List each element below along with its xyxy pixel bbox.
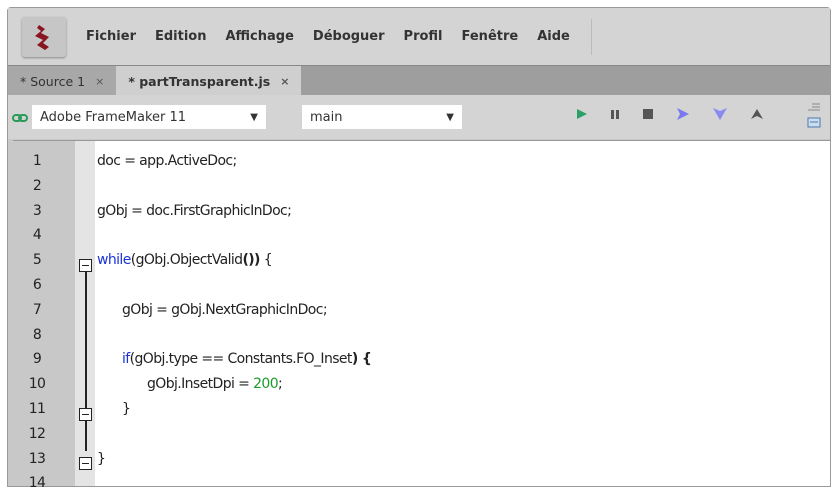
document-tabs: * Source 1 × * partTransparent.js × [8,65,830,96]
code-text: } [122,397,131,422]
code-token: gObj = doc.FirstGraphicInDoc; [97,202,292,219]
code-token: ()) [242,252,260,269]
line-number: 12 [28,425,46,442]
code-line: 3 gObj = doc.FirstGraphicInDoc; [13,199,830,224]
debug-toolbar: Adobe FrameMaker 11 ▼ main ▼ [8,95,830,139]
fold-toggle-icon[interactable] [79,259,92,272]
tab-part-transparent[interactable]: * partTransparent.js × [116,66,302,96]
code-line: 12 [13,422,830,447]
fold-toggle-icon[interactable] [79,408,92,421]
code-text: gObj = gObj.NextGraphicInDoc; [122,298,328,323]
code-token: } [122,401,131,417]
menu-items: Fichier Edition Affichage Déboguer Profil Fen… [86,29,589,44]
step-into-icon[interactable] [712,107,728,121]
code-text: gObj.InsetDpi = 200; [147,372,283,397]
line-number: 5 [32,252,42,269]
code-token: } [97,450,106,467]
menu-separator [590,18,592,55]
menu-item[interactable]: Fenêtre [462,29,519,44]
menu-bar: Fichier Edition Affichage Déboguer Profil Fen… [8,8,830,65]
stop-icon[interactable] [642,108,654,120]
code-token: (gObj.ObjectValid [130,252,243,269]
link-icon[interactable] [12,108,28,127]
line-number: 8 [32,326,42,343]
line-number: 2 [32,177,42,194]
code-line: 5 while(gObj.ObjectValid()) { [13,248,830,273]
engine-value: main [310,109,343,125]
line-number: 6 [32,277,42,293]
menu-item[interactable]: Profil [404,29,443,44]
menu-item[interactable]: Déboguer [313,29,385,44]
code-token: ; [278,376,283,393]
code-text: doc = app.ActiveDoc; [97,149,237,174]
menu-item[interactable]: Aide [537,29,570,44]
tab-source-1[interactable]: * Source 1 × [8,66,117,96]
app-logo[interactable] [22,16,66,57]
code-editor[interactable]: 1 doc = app.ActiveDoc; 2 3 gObj = doc.FirstG… [13,140,830,491]
menu-item[interactable]: Edition [155,29,207,44]
code-text: } [97,447,106,472]
engine-select[interactable]: main ▼ [302,105,462,129]
pause-icon[interactable] [610,108,620,120]
code-token: (gObj.type == Constants.FO_Inset [129,351,353,368]
chevron-down-icon: ▼ [250,111,258,123]
target-app-select[interactable]: Adobe FrameMaker 11 ▼ [32,105,266,129]
tab-label: * partTransparent.js [128,73,271,89]
code-text: if(gObj.type == Constants.FO_Inset) { [122,347,372,372]
step-over-icon[interactable] [676,107,690,121]
close-tab-icon[interactable]: × [95,75,104,88]
line-number: 3 [32,202,42,219]
chevron-down-icon: ▼ [446,111,454,123]
code-text: while(gObj.ObjectValid()) { [97,248,273,273]
code-line: 11} [13,397,830,422]
line-number: 9 [32,351,42,368]
code-line: 4 [13,223,830,248]
menu-item[interactable]: Fichier [86,29,136,44]
close-tab-icon[interactable]: × [280,75,289,88]
code-token: doc = app.ActiveDoc; [97,153,237,169]
code-token: if [122,351,130,368]
fold-toggle-icon[interactable] [79,457,92,470]
code-token: ) { [351,351,372,368]
extendscript-toolkit-window: Fichier Edition Affichage Déboguer Profil Fen… [7,7,831,491]
code-line: 9 if(gObj.type == Constants.FO_Inset) { [13,347,830,372]
line-number: 14 [28,475,46,492]
code-token: 200 [253,376,279,393]
line-number: 13 [28,450,46,467]
code-line: 6 [13,273,830,298]
code-token: { [259,252,273,269]
code-line: 14 [13,471,830,496]
code-line: 1 doc = app.ActiveDoc; [13,149,830,174]
code-line: 10 gObj.InsetDpi = 200; [13,372,830,397]
line-number: 11 [28,401,46,417]
code-line: 2 [13,174,830,199]
line-number: 4 [32,227,42,244]
code-line: 13} [13,447,830,472]
code-text: gObj = doc.FirstGraphicInDoc; [97,199,292,224]
code-token: gObj.InsetDpi = [147,376,254,393]
code-line: 7 gObj = gObj.NextGraphicInDoc; [13,298,830,323]
line-number: 10 [28,376,46,393]
line-number: 7 [32,301,42,318]
run-icon[interactable] [576,108,588,120]
panel-menu-icon[interactable] [806,101,822,131]
tab-label: * Source 1 [20,73,86,89]
target-app-value: Adobe FrameMaker 11 [40,109,187,125]
code-token: while [97,252,131,269]
code-token: gObj = gObj.NextGraphicInDoc; [122,301,328,318]
code-line: 8 [13,323,830,348]
menu-item[interactable]: Affichage [225,29,293,44]
step-out-icon[interactable] [750,108,764,120]
line-number: 1 [32,153,42,169]
